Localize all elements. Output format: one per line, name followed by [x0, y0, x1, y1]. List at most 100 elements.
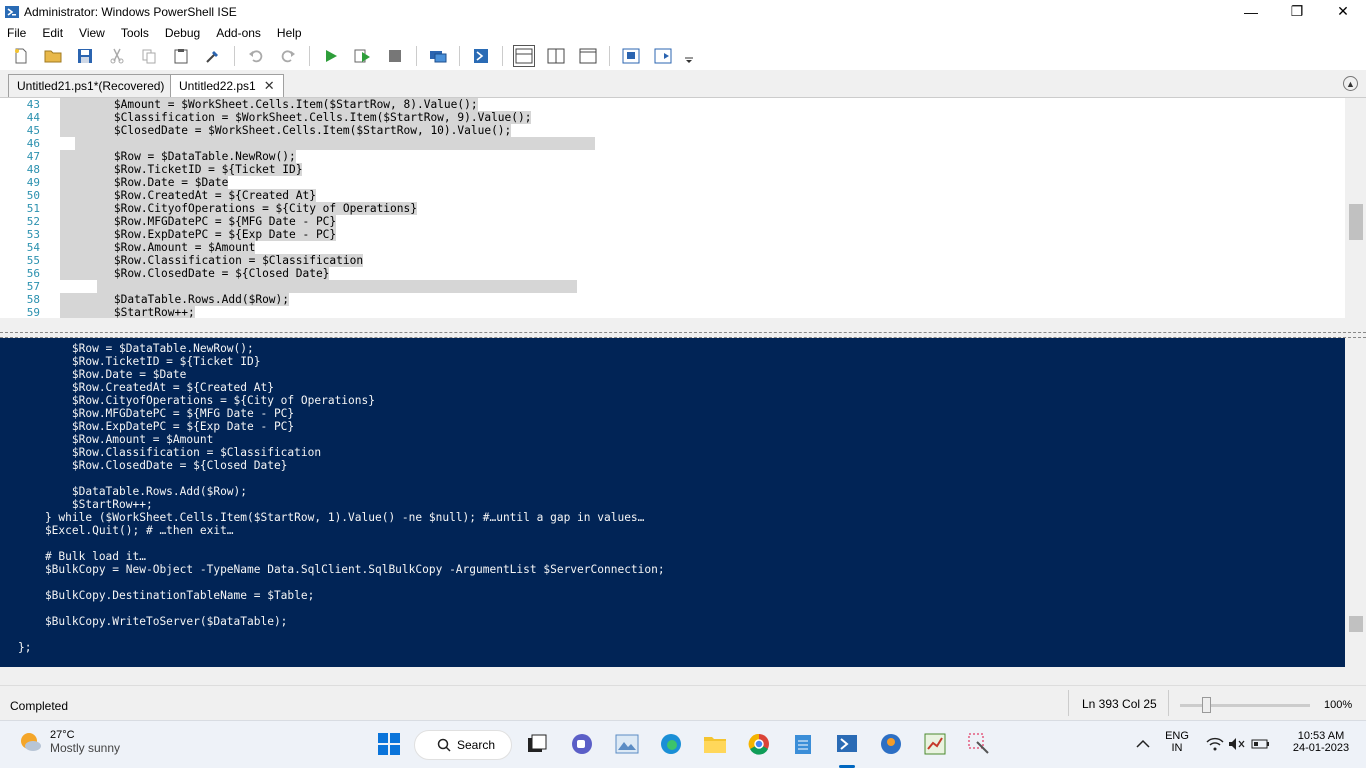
console-line: } while ($WorkSheet.Cells.Item($StartRow…	[18, 511, 645, 524]
menu-help[interactable]: Help	[269, 26, 310, 40]
task-view-icon[interactable]	[524, 731, 550, 757]
paste-icon[interactable]	[170, 45, 192, 67]
console-line: $Row.Amount = $Amount	[18, 433, 214, 446]
save-icon[interactable]	[74, 45, 96, 67]
tab-untitled22[interactable]: Untitled22.ps1 ✕	[170, 74, 284, 97]
taskbar-search[interactable]: Search	[414, 730, 512, 760]
clear-console-icon[interactable]	[202, 45, 224, 67]
code-text: $Row.TicketID = ${Ticket ID}	[60, 163, 303, 176]
app-icon-chart[interactable]	[922, 731, 948, 757]
cut-icon[interactable]	[106, 45, 128, 67]
show-script-pane-right-icon[interactable]	[545, 45, 567, 67]
menu-edit[interactable]: Edit	[34, 26, 71, 40]
undo-icon[interactable]	[245, 45, 267, 67]
code-text: $Row.Amount = $Amount	[60, 241, 256, 254]
menu-debug[interactable]: Debug	[157, 26, 208, 40]
new-file-icon[interactable]	[10, 45, 32, 67]
line-number: 55	[26, 254, 40, 267]
start-powershell-icon[interactable]	[470, 45, 492, 67]
console-line: $Row = $DataTable.NewRow();	[18, 342, 254, 355]
status-text: Completed	[10, 699, 69, 713]
script-editor[interactable]: $Amount = $WorkSheet.Cells.Item($StartRo…	[60, 98, 1345, 318]
console-line: $BulkCopy.DestinationTableName = $Table;	[18, 589, 315, 602]
stop-icon[interactable]	[384, 45, 406, 67]
file-explorer-icon[interactable]	[702, 731, 728, 757]
remote-powershell-icon[interactable]	[427, 45, 449, 67]
line-number: 53	[26, 228, 40, 241]
code-line: $Row.ClosedDate = ${Closed Date}	[60, 267, 330, 280]
photos-icon[interactable]	[614, 731, 640, 757]
console-line: $Row.ClosedDate = ${Closed Date}	[18, 459, 288, 472]
console-line: $Row.CityofOperations = ${City of Operat…	[18, 394, 375, 407]
close-tab-icon[interactable]: ✕	[264, 78, 275, 94]
open-folder-icon[interactable]	[42, 45, 64, 67]
app-icon-blue-circle[interactable]	[878, 731, 904, 757]
selection-highlight	[75, 137, 595, 150]
zoom-slider-track[interactable]	[1180, 704, 1310, 707]
title-bar: Administrator: Windows PowerShell ISE — …	[0, 0, 1366, 23]
line-number: 54	[26, 241, 40, 254]
code-text: $Row = $DataTable.NewRow();	[60, 150, 296, 163]
notepad-icon[interactable]	[790, 731, 816, 757]
code-line: $Row.Classification = $Classification	[60, 254, 364, 267]
script-pane[interactable]: 43 44 45 46 47 48 49 50 51 52 53 54 55 56 57 58 59 $Amou…	[0, 97, 1366, 333]
redo-icon[interactable]	[277, 45, 299, 67]
show-command-addon-icon[interactable]	[652, 45, 674, 67]
script-horizontal-scrollbar[interactable]	[0, 318, 1366, 333]
copy-icon[interactable]	[138, 45, 160, 67]
run-selection-icon[interactable]	[352, 45, 374, 67]
code-text: $Row.ExpDatePC = ${Exp Date - PC}	[60, 228, 337, 241]
chrome-icon[interactable]	[746, 731, 772, 757]
run-script-icon[interactable]	[320, 45, 342, 67]
weather-widget[interactable]: 27°C Mostly sunny	[18, 729, 120, 755]
language-indicator[interactable]: ENG IN	[1163, 730, 1191, 754]
close-button[interactable]: ✕	[1320, 0, 1366, 23]
console-line: $Row.Classification = $Classification	[18, 446, 322, 459]
date: 24-01-2023	[1292, 742, 1350, 754]
scrollbar-thumb[interactable]	[1349, 204, 1363, 240]
menu-addons[interactable]: Add-ons	[208, 26, 269, 40]
code-line: $Row.Amount = $Amount	[60, 241, 256, 254]
collapse-script-pane-icon[interactable]: ▲	[1343, 76, 1358, 91]
script-vertical-scrollbar[interactable]	[1345, 98, 1366, 318]
chevron-up-icon[interactable]	[1130, 731, 1156, 757]
edge-icon[interactable]	[658, 731, 684, 757]
volume-muted-icon[interactable]	[1224, 731, 1250, 757]
scrollbar-thumb[interactable]	[1349, 616, 1363, 632]
zoom-slider-thumb[interactable]	[1202, 697, 1212, 713]
menu-view[interactable]: View	[71, 26, 113, 40]
code-text: $Amount = $WorkSheet.Cells.Item($StartRo…	[60, 98, 478, 111]
line-number-gutter: 43 44 45 46 47 48 49 50 51 52 53 54 55 56 57 58 59	[0, 98, 60, 319]
time: 10:53 AM	[1297, 730, 1345, 742]
powershell-ise-taskbar-icon[interactable]	[834, 731, 860, 757]
minimize-button[interactable]: —	[1228, 0, 1274, 23]
temperature: 27°C	[50, 729, 75, 741]
console-pane[interactable]: $Row = $DataTable.NewRow(); $Row.TicketI…	[0, 338, 1345, 667]
show-command-window-icon[interactable]	[620, 45, 642, 67]
console-line: # Bulk load it…	[18, 550, 146, 563]
console-horizontal-scrollbar[interactable]	[0, 667, 1366, 685]
code-line: $Row.TicketID = ${Ticket ID}	[60, 163, 303, 176]
code-line: $StartRow++;	[60, 306, 195, 318]
toolbar-separator	[459, 46, 460, 66]
tab-untitled21[interactable]: Untitled21.ps1*(Recovered)	[8, 74, 174, 97]
chat-icon[interactable]	[569, 731, 595, 757]
start-button[interactable]	[376, 731, 402, 757]
search-label: Search	[457, 738, 496, 752]
menu-file[interactable]: File	[0, 26, 34, 40]
sun-cloud-icon	[21, 733, 41, 751]
toolbar-overflow-icon[interactable]	[684, 50, 694, 72]
toolbar-separator	[234, 46, 235, 66]
restore-button[interactable]: ❐	[1274, 0, 1320, 23]
script-tab-bar: Untitled21.ps1*(Recovered) Untitled22.ps…	[0, 70, 1366, 97]
app-icon-snipping[interactable]	[966, 731, 992, 757]
line-number: 48	[26, 163, 40, 176]
clock[interactable]: 10:53 AM 24-01-2023	[1286, 730, 1356, 754]
show-script-pane-top-icon[interactable]	[513, 45, 535, 67]
line-number: 57	[26, 280, 40, 293]
battery-icon[interactable]	[1248, 731, 1274, 757]
console-vertical-scrollbar[interactable]	[1345, 338, 1366, 667]
toolbar-separator	[502, 46, 503, 66]
show-script-pane-max-icon[interactable]	[577, 45, 599, 67]
menu-tools[interactable]: Tools	[113, 26, 157, 40]
